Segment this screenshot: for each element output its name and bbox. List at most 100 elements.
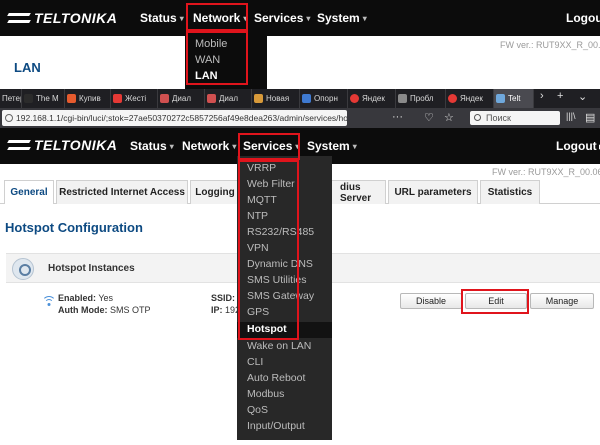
disable-button[interactable]: Disable bbox=[400, 293, 462, 309]
browser-tab[interactable]: Яндек bbox=[446, 89, 494, 108]
instances-title: Hotspot Instances bbox=[48, 263, 135, 274]
nav-status-label: Status bbox=[130, 139, 167, 153]
tab-label: Telt bbox=[508, 94, 521, 103]
manage-button[interactable]: Manage bbox=[530, 293, 594, 309]
browser-tab[interactable]: Купив bbox=[65, 89, 111, 108]
teltonika-logo[interactable]: TELTONIKA bbox=[6, 137, 117, 153]
auth-mode-field: Auth Mode: SMS OTP bbox=[58, 305, 151, 315]
menu-item-wake-on-lan[interactable]: Wake on LAN bbox=[247, 340, 311, 352]
menu-item-cli[interactable]: CLI bbox=[247, 356, 263, 368]
tab-favicon-icon bbox=[496, 94, 505, 103]
tab-label: Диал bbox=[219, 94, 239, 103]
logo-text: TELTONIKA bbox=[34, 137, 118, 153]
ip-field: IP: 192 bbox=[211, 305, 240, 315]
tab-statistics[interactable]: Statistics bbox=[480, 180, 540, 204]
tab-favicon-icon bbox=[398, 94, 407, 103]
tab-label: Опорн bbox=[314, 94, 338, 103]
tab-url-parameters[interactable]: URL parameters bbox=[388, 180, 478, 204]
auth-mode-value: SMS OTP bbox=[110, 305, 151, 315]
nav-status[interactable]: Status ▾ bbox=[130, 139, 174, 153]
tab-label: Яндек bbox=[362, 94, 385, 103]
nav-status[interactable]: Status ▾ bbox=[140, 11, 184, 25]
tab-favicon-icon bbox=[254, 94, 263, 103]
menu-item-auto-reboot[interactable]: Auto Reboot bbox=[247, 372, 305, 384]
search-field[interactable]: Поиск bbox=[470, 111, 560, 125]
teltonika-logo[interactable]: TELTONIKA bbox=[6, 10, 117, 26]
new-tab-icon[interactable]: + bbox=[557, 90, 563, 102]
tab-restricted-internet-access[interactable]: Restricted Internet Access bbox=[56, 180, 188, 204]
top-navbar: TELTONIKA Status ▾ Network ▾ Services ▾ Sys… bbox=[0, 0, 600, 36]
browser-tab-active[interactable]: Telt bbox=[494, 89, 534, 108]
auth-mode-label: Auth Mode: bbox=[58, 305, 108, 315]
browser-tab[interactable]: Опорн bbox=[300, 89, 348, 108]
tab-label: Яндек bbox=[460, 94, 483, 103]
site-info-icon[interactable] bbox=[5, 114, 13, 122]
tab-list-icon[interactable]: ⌄ bbox=[578, 90, 587, 103]
nav-system[interactable]: System ▾ bbox=[307, 139, 357, 153]
chevron-down-icon: ▾ bbox=[179, 14, 184, 24]
logo-text: TELTONIKA bbox=[34, 10, 118, 26]
browser-tab[interactable]: Новая bbox=[252, 89, 300, 108]
nav-system-label: System bbox=[307, 139, 350, 153]
enabled-value: Yes bbox=[98, 293, 114, 303]
tab-favicon-icon bbox=[160, 94, 169, 103]
composite-screenshot: TELTONIKA Status ▾ Network ▾ Services ▾ Sys… bbox=[0, 0, 600, 445]
highlight-box-hotspot bbox=[238, 160, 299, 340]
hotspot-instance-icon bbox=[12, 258, 34, 280]
tab-favicon-icon bbox=[24, 94, 33, 103]
sidebar-icon[interactable]: ▤ bbox=[585, 111, 595, 124]
tab-favicon-icon bbox=[448, 94, 457, 103]
chevron-down-icon: ▾ bbox=[306, 14, 311, 24]
nav-system[interactable]: System ▾ bbox=[317, 11, 367, 25]
chevron-down-icon: ▾ bbox=[169, 142, 174, 152]
highlight-box-services bbox=[238, 133, 300, 160]
browser-tab[interactable]: Петер bbox=[0, 89, 22, 108]
logout-label: Logout bbox=[556, 139, 597, 153]
logo-mark-icon bbox=[6, 11, 32, 25]
menu-item-input-output[interactable]: Input/Output bbox=[247, 420, 305, 432]
nav-network[interactable]: Network ▾ bbox=[182, 139, 236, 153]
logo-mark-icon bbox=[6, 138, 32, 152]
nav-services[interactable]: Services ▾ bbox=[254, 11, 310, 25]
tab-label: Петер bbox=[2, 94, 21, 103]
browser-tab-strip: Петер The M Купив Жесті Диал Диал Новая … bbox=[0, 89, 600, 108]
url-bar[interactable]: 192.168.1.1/cgi-bin/luci/;stok=27ae50370… bbox=[2, 110, 347, 126]
browser-tab[interactable]: Диал bbox=[158, 89, 205, 108]
highlight-box-edit bbox=[461, 289, 529, 314]
tab-scroll-right-icon[interactable]: › bbox=[540, 90, 544, 102]
library-icon[interactable]: |||\ bbox=[566, 111, 576, 121]
browser-tab[interactable]: Диал bbox=[205, 89, 252, 108]
pocket-icon[interactable]: ♡ bbox=[424, 111, 434, 124]
browser-tab[interactable]: The M bbox=[22, 89, 65, 108]
chevron-down-icon: ▾ bbox=[232, 142, 237, 152]
menu-item-modbus[interactable]: Modbus bbox=[247, 388, 284, 400]
browser-tab[interactable]: Жесті bbox=[111, 89, 158, 108]
page-actions-icon[interactable]: ··· bbox=[392, 111, 403, 123]
ssid-label: SSID: bbox=[211, 293, 236, 303]
tab-general[interactable]: General bbox=[4, 180, 54, 204]
search-placeholder: Поиск bbox=[486, 113, 511, 123]
browser-tab[interactable]: Пробл bbox=[396, 89, 446, 108]
chevron-down-icon: ▾ bbox=[352, 142, 357, 152]
wifi-icon bbox=[42, 296, 56, 308]
tab-label: Купив bbox=[79, 94, 101, 103]
browser-toolbar: 192.168.1.1/cgi-bin/luci/;stok=27ae50370… bbox=[0, 108, 600, 128]
url-text: 192.168.1.1/cgi-bin/luci/;stok=27ae50370… bbox=[16, 113, 347, 123]
nav-services-label: Services bbox=[254, 11, 304, 25]
enabled-field: Enabled: Yes bbox=[58, 293, 113, 303]
logout-link[interactable]: Logout↦ bbox=[556, 139, 600, 153]
logout-link[interactable]: Logout bbox=[566, 11, 600, 25]
tab-label: Диал bbox=[172, 94, 192, 103]
tab-favicon-icon bbox=[302, 94, 311, 103]
tab-label: Новая bbox=[266, 94, 290, 103]
nav-status-label: Status bbox=[140, 11, 177, 25]
highlight-box-network bbox=[186, 3, 248, 31]
tab-label: Пробл bbox=[410, 94, 434, 103]
page-title: LAN bbox=[14, 60, 41, 75]
menu-item-qos[interactable]: QoS bbox=[247, 404, 268, 416]
bookmark-star-icon[interactable]: ☆ bbox=[444, 111, 454, 124]
browser-tab[interactable]: Яндек bbox=[348, 89, 396, 108]
enabled-label: Enabled: bbox=[58, 293, 97, 303]
search-icon bbox=[474, 114, 481, 121]
tab-logging[interactable]: Logging bbox=[190, 180, 240, 204]
